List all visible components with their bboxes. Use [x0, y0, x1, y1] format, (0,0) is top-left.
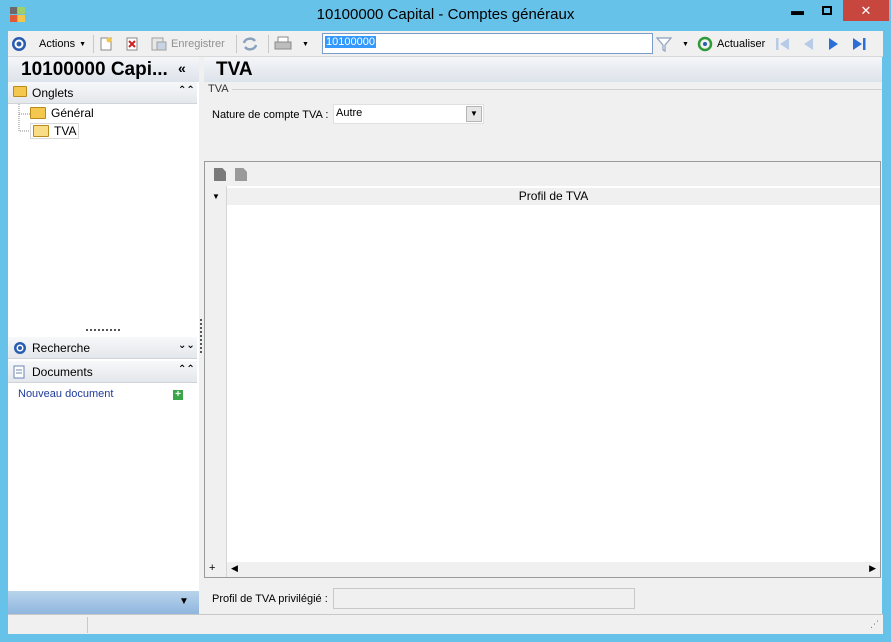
search-section-header[interactable]: Recherche ⌄⌄ — [8, 337, 197, 359]
close-button[interactable]: ✕ — [843, 0, 889, 21]
collapse-panel-icon[interactable]: « — [178, 60, 186, 76]
tree-item-label: TVA — [54, 124, 77, 138]
folder-icon — [30, 107, 46, 119]
maximize-button[interactable] — [812, 0, 841, 21]
first-record-button[interactable] — [775, 35, 791, 53]
documents-section-label: Documents — [32, 365, 93, 379]
next-icon — [829, 38, 838, 50]
panel-options-bar[interactable]: ▼ — [8, 591, 199, 614]
folder-icon — [13, 86, 27, 100]
first-icon — [776, 38, 789, 50]
save-icon — [151, 37, 167, 51]
refresh-button[interactable]: Actualiser — [697, 35, 765, 53]
next-record-button[interactable] — [827, 35, 841, 53]
grid-column-header[interactable]: Profil de TVA — [227, 188, 880, 205]
chevron-down-icon: ▼ — [179, 596, 189, 607]
record-header: 10100000 Capi... « — [8, 57, 199, 82]
chevron-down-icon: ▼ — [79, 40, 87, 48]
add-row-icon[interactable]: + — [209, 562, 215, 574]
status-panel — [8, 617, 88, 633]
new-document-icon — [100, 37, 112, 51]
minimize-button[interactable]: ▬ — [783, 0, 812, 21]
minimize-icon: ▬ — [791, 3, 804, 18]
page-title: TVA — [216, 59, 253, 80]
grid-new-icon[interactable] — [214, 168, 226, 181]
window-title: 10100000 Capital - Comptes généraux — [316, 6, 575, 23]
print-icon — [274, 36, 292, 50]
tree-item-label: Général — [51, 106, 94, 120]
resize-grip[interactable] — [86, 329, 120, 331]
row-selector-icon[interactable]: ▼ — [212, 192, 220, 201]
status-bar: ⋰ — [8, 614, 883, 634]
app-menu-button[interactable] — [11, 35, 27, 53]
resize-grip-icon[interactable]: ⋰ — [870, 619, 879, 630]
tree-item-tva[interactable]: TVA — [30, 123, 80, 139]
sync-button[interactable] — [242, 35, 258, 53]
main-content: TVA TVA Nature de compte TVA : Autre ▼ ▼… — [204, 57, 882, 614]
vat-nature-label: Nature de compte TVA : — [212, 109, 329, 121]
chevron-down-icon: ⌄⌄ — [178, 340, 195, 351]
grid-row-header: ▼ + — [205, 186, 227, 577]
search-input[interactable]: 10100000 — [322, 33, 653, 54]
search-section-icon — [13, 341, 27, 358]
grid-delete-icon[interactable] — [235, 168, 247, 181]
documents-section-header[interactable]: Documents ⌃⌃ — [8, 361, 197, 383]
delete-button[interactable] — [125, 35, 139, 53]
filter-button[interactable]: ▼ — [656, 35, 689, 53]
scroll-right-icon[interactable]: ▶ — [869, 563, 876, 574]
page-header: TVA — [204, 57, 882, 82]
chevron-up-icon: ⌃⌃ — [178, 364, 195, 375]
title-bar: 10100000 Capital - Comptes généraux ▬ ✕ — [0, 0, 891, 30]
chevron-up-icon: ⌃⌃ — [178, 85, 195, 96]
record-title: 10100000 Capi... — [21, 59, 168, 80]
close-icon: ✕ — [860, 2, 872, 18]
preferred-profile-field[interactable] — [333, 588, 635, 609]
previous-icon — [804, 38, 813, 50]
app-window: 10100000 Capital - Comptes généraux ▬ ✕ … — [0, 0, 891, 642]
add-document-icon[interactable]: + — [173, 390, 183, 400]
navigation-panel: 10100000 Capi... « Onglets ⌃⌃ Général TV… — [8, 57, 199, 614]
last-record-button[interactable] — [851, 35, 867, 53]
refresh-label: Actualiser — [717, 38, 766, 50]
new-document-link[interactable]: Nouveau document — [18, 388, 113, 400]
previous-record-button[interactable] — [801, 35, 815, 53]
group-divider — [232, 89, 882, 90]
last-icon — [853, 38, 866, 50]
document-icon — [13, 365, 25, 382]
tabs-section-header[interactable]: Onglets ⌃⌃ — [8, 82, 197, 104]
actions-label: Actions — [39, 38, 76, 50]
tabs-section-label: Onglets — [32, 86, 74, 100]
vat-nature-select[interactable]: Autre ▼ — [333, 104, 484, 124]
search-input-value: 10100000 — [325, 36, 376, 48]
grid-toolbar — [205, 162, 880, 186]
toolbar: Actions ▼ Enregistrer ▼ 10100000 ▼ Actua… — [8, 31, 883, 57]
horizontal-scrollbar[interactable]: ◀ ▶ — [227, 562, 880, 577]
new-button[interactable] — [99, 35, 113, 53]
print-button[interactable]: ▼ — [274, 35, 309, 53]
filter-icon — [656, 37, 672, 52]
filter-dropdown-icon[interactable]: ▼ — [682, 41, 689, 48]
chevron-down-icon: ▼ — [466, 106, 482, 122]
save-button[interactable]: Enregistrer — [151, 35, 225, 53]
refresh-icon — [697, 36, 713, 52]
vat-profile-grid: ▼ + Profil de TVA ◀ ▶ — [204, 161, 881, 578]
maximize-icon — [821, 6, 832, 15]
app-menu-icon — [12, 37, 26, 51]
delete-icon — [126, 37, 138, 51]
actions-menu-button[interactable]: Actions ▼ — [39, 35, 86, 53]
sync-icon — [242, 37, 258, 51]
preferred-profile-label: Profil de TVA privilégié : — [212, 593, 328, 605]
save-label: Enregistrer — [171, 38, 225, 50]
search-section-label: Recherche — [32, 341, 91, 355]
tree-item-general[interactable]: Général — [30, 106, 94, 120]
open-folder-icon — [33, 125, 49, 137]
scroll-left-icon[interactable]: ◀ — [231, 563, 238, 574]
print-dropdown-icon[interactable]: ▼ — [302, 41, 309, 48]
vat-nature-value: Autre — [336, 107, 363, 119]
group-label: TVA — [208, 83, 229, 95]
